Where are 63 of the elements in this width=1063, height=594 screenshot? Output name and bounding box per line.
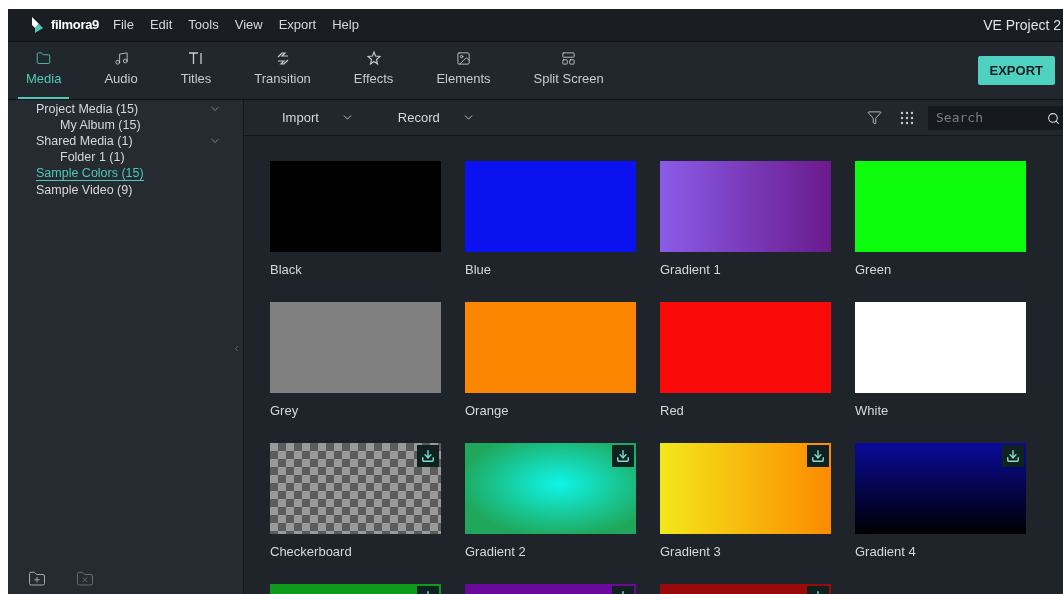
swatch-label: Gradient 1: [660, 261, 722, 279]
toolbar-tab[interactable]: Split Screen: [525, 42, 612, 99]
color-swatch[interactable]: [660, 161, 831, 252]
grid-view-icon[interactable]: [900, 110, 914, 125]
color-swatch[interactable]: [270, 443, 441, 534]
swatch-label: Gradient 3: [660, 543, 722, 561]
menu-item[interactable]: View: [234, 15, 263, 35]
swatch-label: Red: [660, 402, 685, 420]
menu-item[interactable]: File: [113, 15, 134, 35]
folder-item[interactable]: Shared Media (1): [36, 134, 133, 148]
dropdown-button[interactable]: Record: [397, 107, 475, 128]
search-icon[interactable]: [1047, 111, 1060, 125]
swatch-label: Black: [270, 261, 303, 279]
swatch-label: White: [855, 402, 890, 420]
export-button[interactable]: EXPORT: [977, 55, 1055, 86]
download-icon[interactable]: [417, 445, 439, 467]
toolbar-tab[interactable]: Elements: [428, 42, 499, 99]
music-note-icon: [113, 50, 129, 66]
color-swatch[interactable]: [855, 302, 1026, 393]
color-swatch[interactable]: [855, 161, 1026, 252]
menu-item[interactable]: Help: [332, 15, 359, 35]
dropdown-button[interactable]: Import: [282, 107, 354, 128]
color-swatch[interactable]: [270, 161, 441, 252]
toolbar-tab[interactable]: Audio: [96, 42, 146, 99]
color-swatch[interactable]: [270, 302, 441, 393]
swatch-label: Gradient 2: [465, 543, 527, 561]
split-layout-icon: [561, 50, 577, 66]
color-swatch[interactable]: [855, 443, 1026, 534]
color-swatch[interactable]: [465, 302, 636, 393]
new-folder-icon[interactable]: [28, 570, 46, 588]
menu-item[interactable]: Tools: [188, 15, 219, 35]
menu-item[interactable]: Export: [278, 15, 317, 35]
toolbar-tab[interactable]: Titles: [172, 42, 220, 99]
download-icon[interactable]: [612, 445, 634, 467]
folder-item[interactable]: Project Media (15): [36, 102, 139, 116]
folder-icon: [36, 50, 52, 66]
color-swatch[interactable]: [465, 443, 636, 534]
color-swatch[interactable]: [660, 443, 831, 534]
swatch-label: Blue: [465, 261, 493, 279]
swatch-label: Checkerboard: [270, 543, 353, 561]
swatch-label: Grey: [270, 402, 300, 420]
project-title: VE Project 2: [983, 15, 1061, 35]
download-icon[interactable]: [1002, 445, 1024, 467]
toolbar-tab[interactable]: Effects: [345, 42, 402, 99]
delete-folder-icon[interactable]: [76, 570, 94, 588]
swatch-label: Green: [855, 261, 893, 279]
image-icon: [455, 50, 471, 66]
swatch-label: Orange: [465, 402, 510, 420]
swatch-label: Gradient 4: [855, 543, 917, 561]
folder-item[interactable]: Sample Colors (15): [36, 166, 144, 181]
title-text-icon: [187, 50, 204, 66]
sparkle-star-icon: [365, 50, 382, 66]
search-field[interactable]: Search: [928, 105, 1063, 130]
folder-item[interactable]: My Album (15): [60, 118, 141, 132]
app-logo-text: filmora9: [51, 16, 99, 35]
download-icon[interactable]: [807, 445, 829, 467]
color-swatch[interactable]: [465, 161, 636, 252]
filter-icon[interactable]: [867, 110, 882, 125]
toolbar-tab[interactable]: Transition: [246, 42, 319, 99]
menu-item[interactable]: Edit: [149, 15, 173, 35]
folder-item[interactable]: Folder 1 (1): [60, 150, 125, 164]
color-swatch[interactable]: [660, 302, 831, 393]
folder-item[interactable]: Sample Video (9): [36, 183, 133, 197]
